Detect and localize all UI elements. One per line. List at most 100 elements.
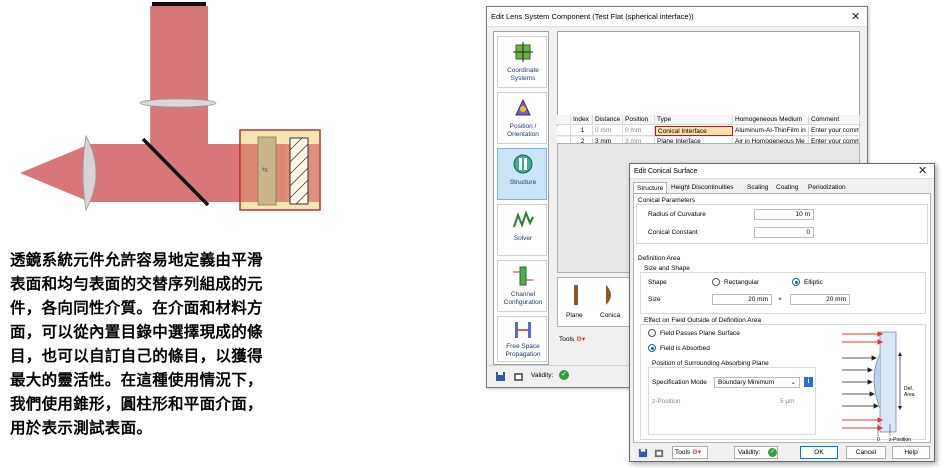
channel-configuration-icon: [513, 266, 533, 286]
definition-area-heading: Definition Area: [638, 255, 681, 262]
close-icon[interactable]: ✕: [851, 7, 860, 27]
structure-icon: [513, 154, 533, 174]
rectangular-radio[interactable]: [712, 278, 720, 286]
description-line: 我們使用錐形，圓柱形和平面介面，: [10, 395, 263, 413]
table-cell[interactable]: Enter your comm: [809, 126, 860, 136]
library-item-label: Conica: [600, 312, 621, 319]
table-cell: 1: [571, 126, 593, 136]
size-x-input[interactable]: 20 mm: [712, 294, 772, 305]
chevron-down-icon: ⌄: [790, 379, 796, 386]
description-line: 用於表示測試表面。: [10, 419, 153, 437]
table-header-cell: Type: [655, 115, 733, 125]
svg-text:⇆: ⇆: [262, 166, 268, 174]
structure-tab-panel: Conical Parameters Radius of Curvature 1…: [633, 193, 931, 443]
load-icon[interactable]: [654, 448, 664, 458]
save-icon[interactable]: [495, 371, 506, 382]
library-item-label: Plane: [566, 312, 583, 319]
sidebar-item-label: Solver: [513, 235, 533, 242]
absorbing-plane-illustration: [842, 331, 902, 436]
table-header-cell: Comment: [809, 115, 860, 125]
field-passes-label: Field Passes Plane Surface: [660, 330, 740, 337]
specification-mode-select[interactable]: Boundary Minimum ⌄: [714, 377, 800, 388]
elliptic-radio[interactable]: [792, 278, 800, 286]
sidebar-item-label: Structure: [509, 179, 537, 186]
solver-icon: [513, 210, 534, 228]
optical-setup-diagram: ⇆: [20, 2, 321, 212]
field-absorbed-radio[interactable]: [648, 344, 656, 352]
effect-heading: Effect on Field Outside of Definition Ar…: [644, 317, 761, 324]
conical-parameters-heading: Conical Parameters: [638, 197, 696, 204]
save-icon[interactable]: [638, 448, 648, 458]
sidebar-item-position-orientation[interactable]: Position / Orientation: [497, 92, 547, 144]
table-header-cell: Index: [571, 115, 593, 125]
size-separator: ×: [778, 296, 782, 303]
tools-menu[interactable]: Tools ⚙▾: [672, 446, 708, 459]
elliptic-label: Elliptic: [804, 279, 823, 286]
rectangular-label: Rectangular: [724, 279, 760, 286]
close-icon[interactable]: ✕: [918, 161, 927, 181]
sidebar-item-free-space-propagation[interactable]: Free Space Propagation: [497, 316, 547, 362]
ok-button[interactable]: OK: [800, 446, 838, 459]
sidebar-item-label: Channel Configuration: [503, 291, 543, 306]
description-line: 透鏡系統元件允許容易地定義由平滑: [10, 251, 263, 269]
conical-constant-label: Conical Constant: [648, 229, 698, 236]
info-icon[interactable]: i: [804, 377, 813, 387]
table-cell[interactable]: Conical Interface: [655, 126, 733, 136]
sidebar-item-structure[interactable]: Structure: [497, 148, 547, 200]
validity-label: Validity:: [531, 372, 554, 379]
z-position-label: z-Position: [652, 398, 681, 405]
table-header-cell: [557, 115, 571, 125]
free-space-propagation-icon: [515, 322, 531, 338]
focusing-cone: [20, 144, 90, 202]
table-header-row: Index Distance Position Type Homogeneous…: [557, 115, 860, 125]
help-button[interactable]: Help: [892, 446, 930, 459]
sidebar-item-solver[interactable]: Solver: [497, 204, 547, 256]
tools-menu[interactable]: Tools ⚙▾: [559, 335, 585, 343]
table-cell[interactable]: Aluminum-Al-ThinFilm in: [733, 126, 809, 136]
tools-dropdown-icon: ⚙▾: [576, 336, 586, 343]
table-header-cell: Distance: [593, 115, 623, 125]
tools-label: Tools: [675, 449, 691, 456]
radius-of-curvature-input[interactable]: 10 m: [754, 209, 814, 220]
specification-mode-value: Boundary Minimum: [718, 379, 774, 386]
specification-mode-label: Specification Mode: [652, 379, 707, 386]
table-header-cell: Position: [623, 115, 655, 125]
validity-indicator: Validity: ✓: [734, 446, 778, 459]
z-position-value: 5 µm: [780, 398, 795, 405]
description-line: 面，可以從內置目錄中選擇現成的條: [10, 323, 263, 341]
description-line: 目，也可以自訂自己的條目，以獲得: [10, 347, 263, 365]
description-line: 最大的靈活性。在這種使用情況下，: [10, 371, 263, 389]
sidebar-item-label: Position / Orientation: [507, 123, 539, 138]
def-area-label: Def. Area: [904, 386, 915, 398]
coordinate-systems-icon: [513, 42, 533, 62]
collimator-lens: [139, 98, 217, 108]
table-row[interactable]: 1 0 mm 0 mm Conical Interface Aluminum-A…: [557, 126, 860, 136]
dialog-title-bar: Edit Conical Surface ✕: [630, 164, 934, 179]
table-cell: 0 mm: [593, 126, 623, 136]
plane-interface-icon[interactable]: [568, 284, 584, 306]
sidebar-item-channel-configuration[interactable]: Channel Configuration: [497, 260, 547, 312]
top-aperture: [152, 2, 206, 6]
field-passes-radio[interactable]: [648, 329, 656, 337]
cancel-button[interactable]: Cancel: [846, 446, 886, 459]
zero-label: 0: [877, 437, 880, 443]
position-orientation-icon: [515, 98, 531, 116]
sidebar-item-label: Free Space Propagation: [505, 343, 541, 358]
size-and-shape-group: [640, 272, 926, 314]
sidebar-item-coordinate-systems[interactable]: Coordinate Systems: [497, 36, 547, 88]
size-y-input[interactable]: 20 mm: [790, 294, 850, 305]
absorbing-plane-heading: Position of Surrounding Absorbing Plane: [652, 360, 769, 367]
load-icon[interactable]: [513, 371, 524, 382]
description-line: 表面和均勻表面的交替序列組成的元: [10, 275, 263, 293]
description-line: 件，各向同性介質。在介面和材料方: [10, 299, 263, 317]
table-cell: 0 mm: [623, 126, 655, 136]
edit-conical-surface-dialog: Edit Conical Surface ✕ Structure Height …: [629, 163, 935, 462]
description-text: 透鏡系統元件允許容易地定義由平滑 表面和均勻表面的交替序列組成的元 件，各向同性…: [10, 248, 360, 440]
tools-label: Tools: [559, 336, 575, 343]
figure-z-position-label: z-Position: [889, 437, 911, 443]
field-absorbed-label: Field is Absorbed: [660, 345, 710, 352]
conical-constant-input[interactable]: 0: [754, 227, 814, 238]
conical-interface-icon[interactable]: [602, 284, 618, 306]
valid-check-icon: ✓: [768, 448, 777, 457]
component-sidebar: Coordinate Systems Position / Orientatio…: [493, 31, 549, 365]
